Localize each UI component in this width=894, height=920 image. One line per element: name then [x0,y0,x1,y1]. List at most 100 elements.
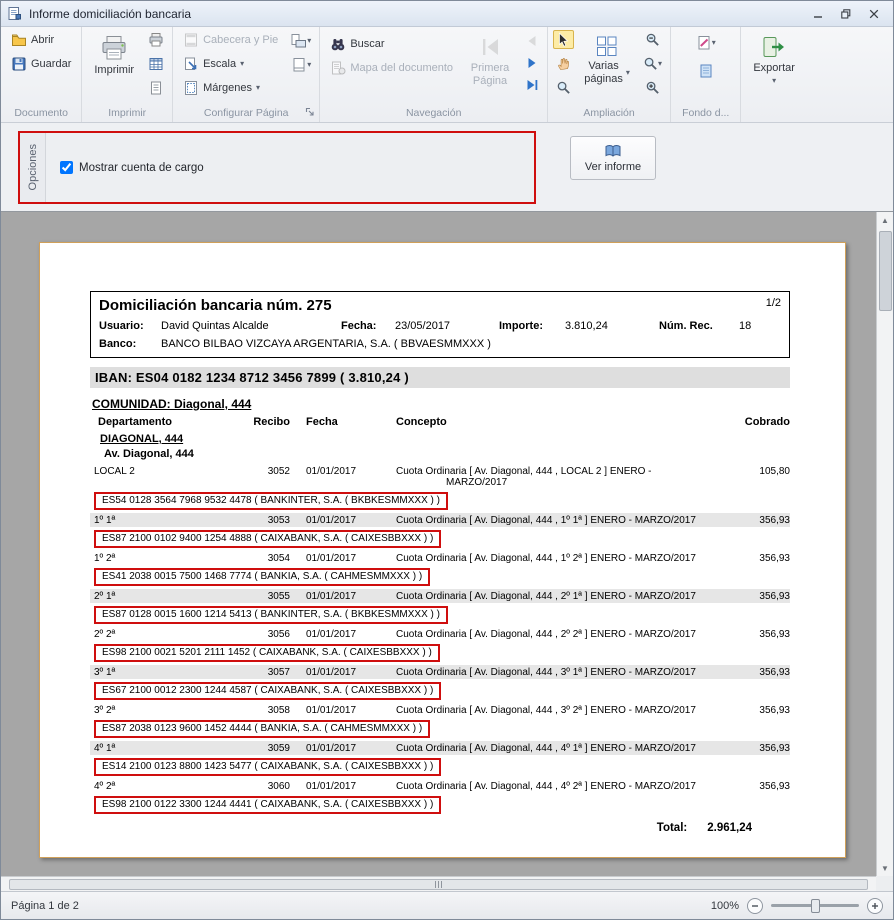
zoom-slider[interactable] [771,899,859,913]
varias-paginas-button[interactable]: Varias páginas▾ [578,30,636,87]
row-departamento: 3º 1ª [90,667,230,678]
escala-button[interactable]: Escala ▾ [178,54,283,74]
row-concepto: Cuota Ordinaria [ Av. Diagonal, 444 , 2º… [388,591,718,602]
chevron-down-icon: ▾ [626,69,630,77]
window-controls [811,7,887,21]
zoom-slider-thumb[interactable] [811,899,820,913]
export-icon [761,34,787,60]
col-fecha: Fecha [290,416,388,428]
iban-highlight-box: ES54 0128 3564 7968 9532 4478 ( BANKINTE… [94,492,448,510]
escala-label: Escala [203,58,236,70]
row-concepto: Cuota Ordinaria [ Av. Diagonal, 444 , 4º… [388,743,718,754]
abrir-button[interactable]: Abrir [6,30,76,50]
horizontal-scrollbar[interactable] [1,876,876,891]
dialog-launcher-icon[interactable] [304,106,316,118]
print-grid-button[interactable] [145,54,167,74]
pointer-arrow-icon [556,32,571,47]
statusbar: Página 1 de 2 100% [1,891,893,919]
zoom-icon [643,56,658,71]
options-caption: Opciones [20,133,46,202]
table-row: 3º 1ª 3057 01/01/2017 Cuota Ordinaria [ … [90,665,790,700]
row-concepto: Cuota Ordinaria [ Av. Diagonal, 444 , 1º… [388,515,718,526]
grid-icon [148,56,164,72]
pointer-tool-button[interactable] [553,30,574,49]
ribbon-toolbar: Abrir Guardar Documento Imprimir [1,27,893,123]
row-concepto: Cuota Ordinaria [ Av. Diagonal, 444 , 4º… [388,781,718,792]
last-page-button[interactable] [522,77,542,93]
zoom-in-button[interactable] [640,78,665,97]
table-row: 1º 2ª 3054 01/01/2017 Cuota Ordinaria [ … [90,551,790,586]
imprimir-button[interactable]: Imprimir [87,30,141,79]
watermark-dropdown-button[interactable]: ▾ [693,33,719,53]
ribbon-group-imprimir: Imprimir Imprimir [82,27,173,122]
group-label-configurar-pagina: Configurar Página [178,106,314,122]
iban-highlight-box: ES98 2100 0122 3300 1244 4441 ( CAIXABAN… [94,796,441,814]
options-panel: Opciones Mostrar cuenta de cargo [18,131,536,204]
quick-print-button[interactable] [145,30,167,50]
cabecera-pie-button[interactable]: Cabecera y Pie [178,30,283,50]
iban-highlight-box: ES41 2038 0015 7500 1468 7774 ( BANKIA, … [94,568,430,586]
mapa-documento-button[interactable]: Mapa del documento [325,58,458,78]
ribbon-group-navegacion: Buscar Mapa del documento Primera Página [320,27,548,122]
iban-highlight-box: ES67 2100 0012 2300 1244 4587 ( CAIXABAN… [94,682,441,700]
row-cobrado: 356,93 [718,515,790,526]
table-header-row: Departamento Recibo Fecha Concepto Cobra… [90,416,790,428]
primera-pagina-button[interactable]: Primera Página [462,30,518,89]
row-concepto: Cuota Ordinaria [ Av. Diagonal, 444 , 2º… [388,629,718,640]
zoom-in-icon [645,80,660,95]
row-cobrado: 356,93 [718,667,790,678]
page-copy-button[interactable] [145,78,167,98]
row-departamento: 3º 2ª [90,705,230,716]
num-rec-label: Núm. Rec. [659,320,739,332]
vertical-scrollbar[interactable]: ▲ ▼ [876,212,893,876]
num-rec-value: 18 [739,320,781,332]
row-recibo: 3054 [230,553,290,564]
zoom-out-button[interactable] [640,30,665,49]
page-orientation-icon [290,33,307,49]
row-fecha: 01/01/2017 [290,743,388,754]
margenes-button[interactable]: Márgenes ▾ [178,78,283,98]
preview-area[interactable]: Domiciliación bancaria núm. 275 1/2 Usua… [1,211,893,891]
chevron-down-icon: ▾ [307,37,311,45]
paper-size-dropdown-button[interactable]: ▾ [287,55,314,75]
ver-informe-button[interactable]: Ver informe [570,136,656,180]
zoom-in-slider-button[interactable] [867,898,883,914]
printer-icon [100,34,128,62]
next-page-button[interactable] [522,55,542,71]
zoom-out-slider-button[interactable] [747,898,763,914]
zoom-tool-button[interactable] [553,78,574,97]
horizontal-scroll-thumb[interactable] [9,879,868,890]
iban-highlight-box: ES87 0128 0015 1600 1214 5413 ( BANKINTE… [94,606,448,624]
close-button[interactable] [867,7,881,21]
guardar-button[interactable]: Guardar [6,54,76,74]
titlebar[interactable]: Informe domiciliación bancaria [1,1,893,27]
row-recibo: 3055 [230,591,290,602]
scroll-down-icon[interactable]: ▼ [877,860,893,876]
row-fecha: 01/01/2017 [290,629,388,640]
buscar-button[interactable]: Buscar [325,34,458,54]
mostrar-cuenta-checkbox[interactable] [60,161,73,174]
scroll-up-icon[interactable]: ▲ [877,212,893,228]
scrollbar-corner [876,876,893,891]
total-label: Total: [657,822,687,834]
prev-page-button[interactable] [522,33,542,49]
exportar-button[interactable]: Exportar ▾ [746,30,802,87]
group-label-navegacion: Navegación [325,106,542,122]
background-color-button[interactable] [693,61,719,81]
cabecera-pie-label: Cabecera y Pie [203,34,278,46]
row-departamento: 1º 1ª [90,515,230,526]
row-cobrado: 356,93 [718,591,790,602]
report-title: Domiciliación bancaria núm. 275 [99,297,332,314]
hand-tool-button[interactable] [553,54,574,73]
ribbon-group-ampliacion: Varias páginas▾ ▾ Ampliación [548,27,671,122]
minimize-button[interactable] [811,7,825,21]
col-recibo: Recibo [230,416,290,428]
table-rows: LOCAL 2 3052 01/01/2017 Cuota Ordinaria … [90,464,790,814]
usuario-label: Usuario: [99,320,161,332]
comunidad-heading: COMUNIDAD: Diagonal, 444 [92,397,790,411]
zoom-dropdown-button[interactable]: ▾ [640,54,665,73]
restore-button[interactable] [839,7,853,21]
ribbon-group-fondo: ▾ Fondo d... [671,27,741,122]
orientation-dropdown-button[interactable]: ▾ [287,31,314,51]
vertical-scroll-thumb[interactable] [879,231,892,311]
